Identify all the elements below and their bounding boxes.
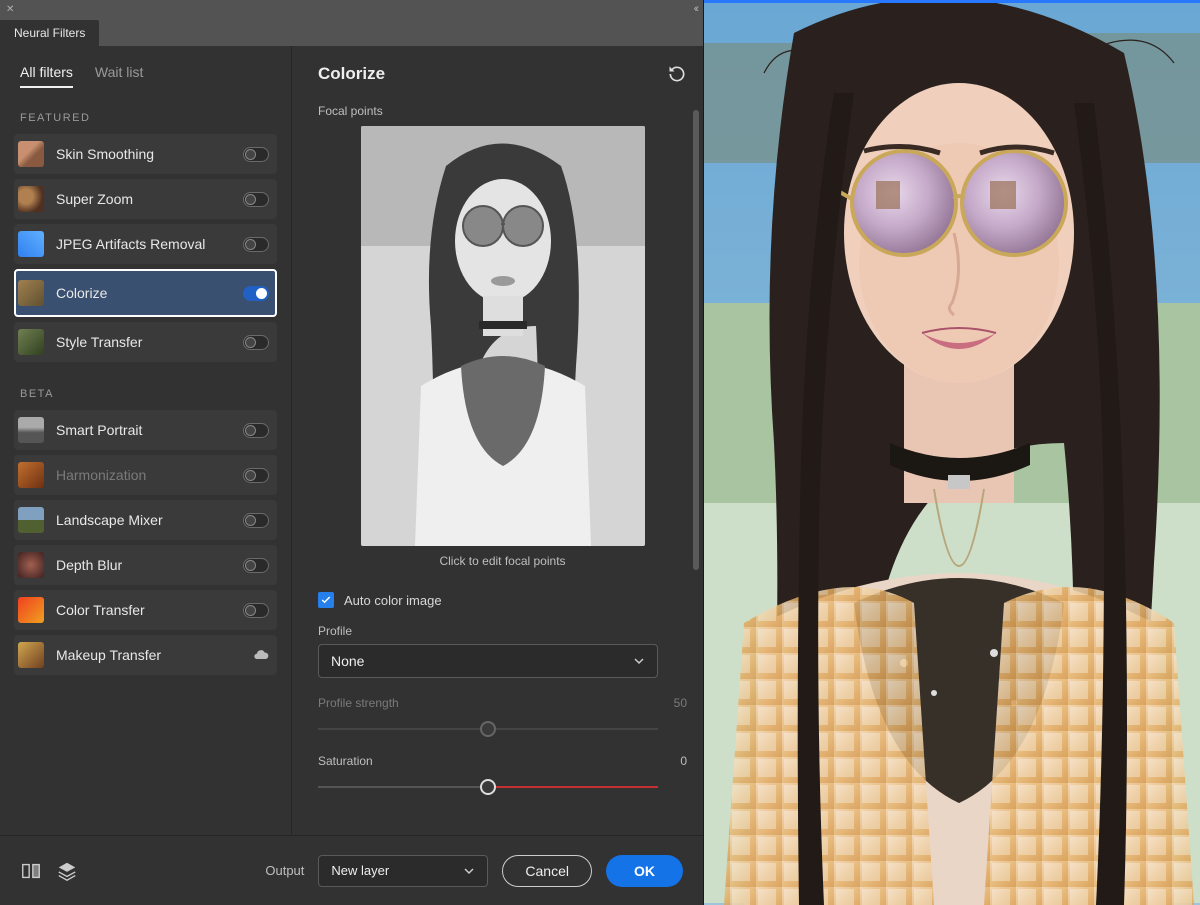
saturation-slider[interactable] <box>318 774 658 802</box>
filter-smart-portrait[interactable]: Smart Portrait <box>14 410 277 450</box>
toggle-style-transfer[interactable] <box>243 335 269 350</box>
chevron-down-icon <box>463 865 475 877</box>
filter-harmonization[interactable]: Harmonization <box>14 455 277 495</box>
profile-label: Profile <box>318 624 687 638</box>
filter-thumb <box>18 552 44 578</box>
toggle-jpeg-artifacts[interactable] <box>243 237 269 252</box>
filter-list-column: All filters Wait list FEATURED Skin Smoo… <box>0 46 292 835</box>
tab-all-filters[interactable]: All filters <box>20 64 73 88</box>
output-select[interactable]: New layer <box>318 855 488 887</box>
cloud-download-icon[interactable] <box>253 647 269 663</box>
filter-thumb <box>18 231 44 257</box>
profile-value: None <box>331 653 364 669</box>
profile-strength-label: Profile strength <box>318 696 399 710</box>
panel-tab-row: Neural Filters <box>0 18 703 46</box>
collapse-icon[interactable]: ‹‹ <box>694 3 697 15</box>
panel-titlebar: ✕ ‹‹ <box>0 0 703 18</box>
toggle-depth-blur[interactable] <box>243 558 269 573</box>
auto-color-checkbox[interactable] <box>318 592 334 608</box>
filter-skin-smoothing[interactable]: Skin Smoothing <box>14 134 277 174</box>
toggle-skin-smoothing[interactable] <box>243 147 269 162</box>
focal-points-preview[interactable] <box>361 126 645 546</box>
filter-thumb <box>18 417 44 443</box>
toggle-color-transfer[interactable] <box>243 603 269 618</box>
focal-points-label: Focal points <box>318 104 687 118</box>
profile-strength-value: 50 <box>674 696 687 710</box>
document-canvas[interactable] <box>704 0 1200 905</box>
reset-icon[interactable] <box>667 64 687 84</box>
layers-icon[interactable] <box>56 860 78 882</box>
panel-tab-neural-filters[interactable]: Neural Filters <box>0 20 99 46</box>
filter-label: JPEG Artifacts Removal <box>56 236 243 252</box>
filter-thumb <box>18 597 44 623</box>
filter-label: Skin Smoothing <box>56 146 243 162</box>
settings-title: Colorize <box>318 64 385 84</box>
saturation-value: 0 <box>680 754 687 768</box>
filter-thumb <box>18 186 44 212</box>
filter-thumb <box>18 507 44 533</box>
before-after-icon[interactable] <box>20 860 42 882</box>
filter-settings-column: Colorize Focal points <box>292 46 703 835</box>
filter-jpeg-artifacts[interactable]: JPEG Artifacts Removal <box>14 224 277 264</box>
filter-colorize[interactable]: Colorize <box>14 269 277 317</box>
toggle-smart-portrait[interactable] <box>243 423 269 438</box>
filter-color-transfer[interactable]: Color Transfer <box>14 590 277 630</box>
filter-landscape-mixer[interactable]: Landscape Mixer <box>14 500 277 540</box>
filter-thumb <box>18 329 44 355</box>
section-beta: BETA <box>20 388 277 400</box>
filter-label: Colorize <box>56 285 243 301</box>
output-value: New layer <box>331 863 389 878</box>
filter-label: Smart Portrait <box>56 422 243 438</box>
settings-scrollbar[interactable] <box>693 110 699 570</box>
filter-label: Makeup Transfer <box>56 647 253 663</box>
filter-label: Super Zoom <box>56 191 243 207</box>
filter-depth-blur[interactable]: Depth Blur <box>14 545 277 585</box>
filter-super-zoom[interactable]: Super Zoom <box>14 179 277 219</box>
chevron-down-icon <box>633 655 645 667</box>
panel-footer: Output New layer Cancel OK <box>0 835 703 905</box>
filter-label: Depth Blur <box>56 557 243 573</box>
auto-color-label: Auto color image <box>344 593 442 608</box>
profile-select[interactable]: None <box>318 644 658 678</box>
section-featured: FEATURED <box>20 112 277 124</box>
tab-wait-list[interactable]: Wait list <box>95 64 143 88</box>
filter-thumb <box>18 462 44 488</box>
toggle-harmonization[interactable] <box>243 468 269 483</box>
output-label: Output <box>265 863 304 878</box>
focal-points-caption: Click to edit focal points <box>318 554 687 568</box>
toggle-super-zoom[interactable] <box>243 192 269 207</box>
saturation-label: Saturation <box>318 754 373 768</box>
toggle-colorize[interactable] <box>243 286 269 301</box>
filter-thumb <box>18 642 44 668</box>
profile-strength-slider[interactable] <box>318 716 658 744</box>
filter-label: Style Transfer <box>56 334 243 350</box>
cancel-button[interactable]: Cancel <box>502 855 592 887</box>
filter-thumb <box>18 141 44 167</box>
filter-label: Harmonization <box>56 467 243 483</box>
neural-filters-panel: ✕ ‹‹ Neural Filters All filters Wait lis… <box>0 0 704 905</box>
filter-label: Color Transfer <box>56 602 243 618</box>
ok-button[interactable]: OK <box>606 855 683 887</box>
filter-makeup-transfer[interactable]: Makeup Transfer <box>14 635 277 675</box>
filter-label: Landscape Mixer <box>56 512 243 528</box>
close-icon[interactable]: ✕ <box>6 4 14 15</box>
filter-thumb <box>18 280 44 306</box>
toggle-landscape-mixer[interactable] <box>243 513 269 528</box>
filter-style-transfer[interactable]: Style Transfer <box>14 322 277 362</box>
